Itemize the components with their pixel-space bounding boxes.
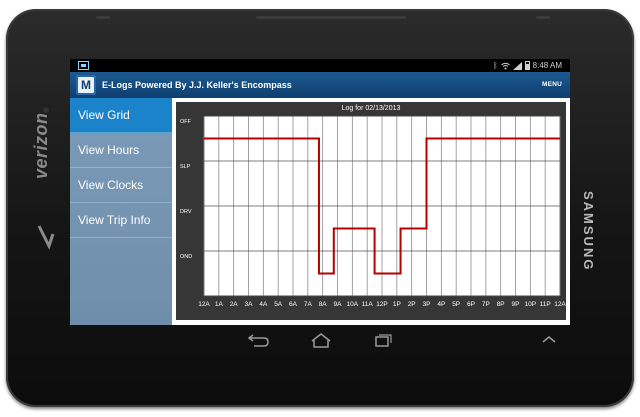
hour-tick-label: 8A	[319, 301, 328, 308]
sensor-slot	[536, 16, 550, 19]
hour-tick-label: 1P	[393, 301, 401, 308]
hour-tick-label: 6P	[467, 301, 475, 308]
chart-title: Log for 02/13/2013	[341, 105, 401, 112]
log-grid-chart: OFF SLP DRV OND 12A 1A 2A 3A 4A 5A 6A 7A 8A 9A 10A 11A 1…	[176, 102, 566, 320]
hour-tick-label: 10P	[525, 301, 537, 308]
main-content: OFF SLP DRV OND 12A 1A 2A 3A 4A 5A 6A 7A 8A 9A 10A 11A 1…	[172, 98, 570, 325]
sidebar-item-view-hours[interactable]: View Hours	[70, 133, 172, 168]
recent-apps-icon[interactable]	[375, 334, 392, 347]
menu-button[interactable]: MENU	[542, 81, 562, 88]
tablet-screen: ᛒ 8:48 AM M E-Logs Powered By J.J. Kelle…	[70, 59, 570, 325]
status-row-label: OND	[180, 254, 192, 260]
log-grid-svg: OFFSLPDRVOND12A 1A 2A 3A 4A 5A 6A 7A 8A 9A 10A 11A 1…	[180, 115, 566, 308]
sidebar-item-view-clocks[interactable]: View Clocks	[70, 168, 172, 203]
hour-tick-label: 12A	[554, 301, 566, 308]
hour-tick-label: 4P	[437, 301, 445, 308]
hour-tick-label: 5P	[452, 301, 460, 308]
status-row-label: SLP	[180, 164, 191, 170]
hour-tick-label: 10A	[347, 301, 359, 308]
hour-tick-label: 3A	[245, 301, 254, 308]
app-title: E-Logs Powered By J.J. Keller's Encompas…	[102, 80, 292, 90]
sidebar: View Grid View Hours View Clocks View Tr…	[70, 98, 172, 325]
hour-tick-label: 12A	[198, 301, 210, 308]
hour-tick-label: 12P	[376, 301, 388, 308]
home-icon[interactable]	[311, 333, 331, 348]
sidebar-item-view-grid[interactable]: View Grid	[70, 98, 172, 133]
app-logo-letter: M	[81, 78, 91, 92]
signal-icon	[512, 61, 522, 70]
menu-up-icon[interactable]	[542, 336, 556, 343]
speaker-grille	[256, 16, 406, 19]
hour-tick-label: 4A	[259, 301, 268, 308]
hour-tick-label: 11P	[540, 301, 551, 308]
hour-tick-label: 1A	[215, 301, 224, 308]
status-time: 8:48 AM	[532, 61, 562, 70]
status-bar: ᛒ 8:48 AM	[70, 59, 570, 72]
hour-tick-label: 9A	[334, 301, 343, 308]
sensor-slot	[96, 16, 110, 19]
hour-tick-label: 3P	[423, 301, 431, 308]
hour-tick-label: 6A	[289, 301, 298, 308]
hour-tick-label: 2P	[408, 301, 416, 308]
hour-tick-label: 7P	[482, 301, 490, 308]
sidebar-item-view-trip-info[interactable]: View Trip Info	[70, 203, 172, 238]
verizon-check-icon	[37, 225, 55, 250]
carrier-logo: verizon	[31, 112, 51, 179]
wifi-icon	[500, 62, 510, 69]
status-row-label: OFF	[180, 119, 192, 125]
hour-tick-label: 5A	[274, 301, 283, 308]
android-nav-bar	[247, 333, 556, 348]
hour-tick-label: 7A	[304, 301, 313, 308]
hour-tick-label: 8P	[497, 301, 505, 308]
bluetooth-icon: ᛒ	[492, 61, 498, 70]
brand-logo: SAMSUNG	[581, 191, 596, 272]
app-logo[interactable]: M	[76, 75, 96, 95]
status-row-label: DRV	[180, 209, 192, 215]
battery-icon	[524, 61, 530, 70]
back-icon[interactable]	[247, 334, 269, 347]
hour-tick-label: 11A	[362, 301, 374, 308]
hour-tick-label: 2A	[230, 301, 239, 308]
screenshot-icon	[78, 61, 89, 70]
app-action-bar: M E-Logs Powered By J.J. Keller's Encomp…	[70, 72, 570, 98]
hour-tick-label: 9P	[512, 301, 520, 308]
